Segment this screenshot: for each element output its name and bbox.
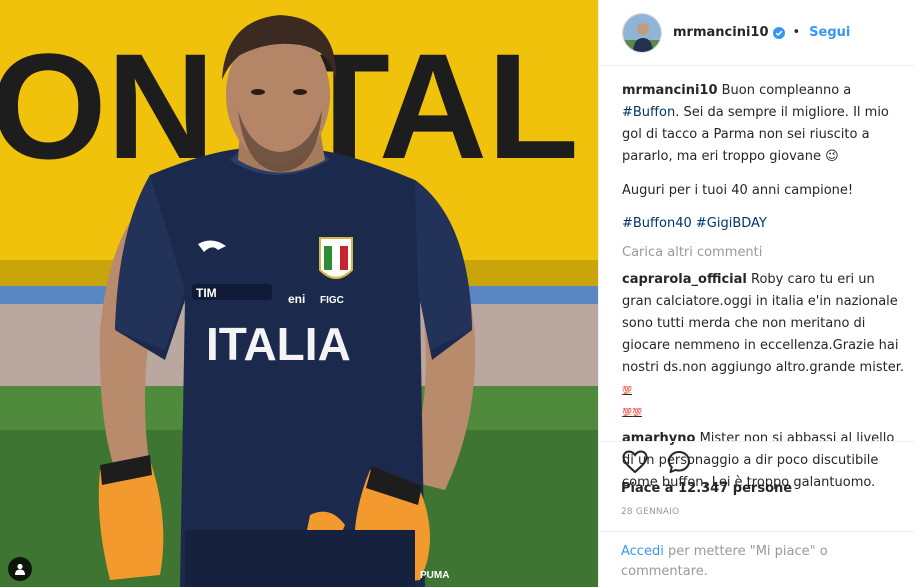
user-tag-button[interactable] bbox=[8, 557, 32, 581]
heart-icon bbox=[622, 450, 648, 474]
comment-button[interactable] bbox=[665, 448, 693, 476]
comment-item: caprarola_official Roby caro tu eri un g… bbox=[622, 269, 904, 423]
comment-username[interactable]: amarhyno bbox=[622, 431, 695, 446]
comments-list: mrmancini10 Buon compleanno a #Buffon. S… bbox=[622, 80, 904, 494]
user-tag-icon bbox=[15, 563, 25, 575]
hashtag-gigibday[interactable]: #GigiBDAY bbox=[696, 216, 767, 231]
login-divider bbox=[598, 531, 914, 532]
comment-username[interactable]: caprarola_official bbox=[622, 272, 747, 287]
brand-text: PUMA bbox=[420, 570, 449, 581]
like-button[interactable] bbox=[621, 448, 649, 476]
likes-count[interactable]: Piace a 12.347 persone bbox=[621, 481, 792, 496]
avatar-image bbox=[623, 13, 661, 52]
hashtag-buffon40[interactable]: #Buffon40 bbox=[622, 216, 692, 231]
header-username[interactable]: mrmancini10 bbox=[673, 25, 769, 40]
header-separator: • bbox=[792, 25, 801, 40]
caption-mention[interactable]: #Buffon bbox=[622, 105, 675, 120]
load-more-comments[interactable]: Carica altri commenti bbox=[622, 242, 904, 264]
sponsor-eni: eni bbox=[288, 292, 305, 306]
action-icons bbox=[621, 448, 693, 476]
post-sidebar: mrmancini10 • Segui mrmancini10 Buon com… bbox=[598, 0, 914, 587]
caption-paragraph2: Auguri per i tuoi 40 anni campione! bbox=[622, 183, 854, 198]
caption: mrmancini10 Buon compleanno a #Buffon. S… bbox=[622, 80, 904, 168]
caption-text-before: Buon compleanno a bbox=[721, 83, 852, 98]
comment-emoji: 💯 bbox=[622, 386, 632, 395]
photo-illustration: ON ITAL TIM eni FIGC ITALIA PUMA bbox=[0, 0, 598, 587]
avatar[interactable] bbox=[622, 12, 662, 53]
shirt-text: ITALIA bbox=[206, 318, 351, 370]
comment-text: Roby caro tu eri un gran calciatore.oggi… bbox=[622, 272, 904, 375]
caption-username[interactable]: mrmancini10 bbox=[622, 83, 718, 98]
login-prompt: Accedi per mettere "Mi piace" o commenta… bbox=[621, 542, 831, 582]
post-date: 28 GENNAIO bbox=[621, 507, 680, 517]
sponsor-figc: FIGC bbox=[320, 295, 344, 306]
follow-button[interactable]: Segui bbox=[809, 25, 850, 40]
post-photo[interactable]: ON ITAL TIM eni FIGC ITALIA PUMA bbox=[0, 0, 598, 587]
actions-divider bbox=[598, 441, 914, 442]
verified-icon bbox=[772, 26, 785, 39]
comment-emoji-line2: 💯💯 bbox=[622, 408, 642, 417]
post-header: mrmancini10 • Segui bbox=[599, 0, 914, 66]
sponsor-tim: TIM bbox=[196, 286, 217, 300]
caption-hashtags: #Buffon40 #GigiBDAY bbox=[622, 213, 904, 235]
comment-icon bbox=[668, 451, 690, 473]
login-link[interactable]: Accedi bbox=[621, 544, 664, 559]
